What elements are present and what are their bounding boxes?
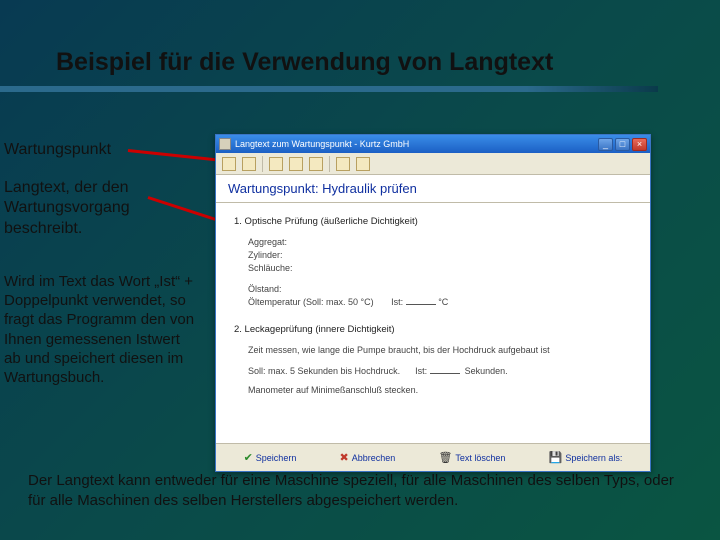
toolbar-icon[interactable]: [356, 157, 370, 171]
langtext-content[interactable]: 1. Optische Prüfung (äußerliche Dichtigk…: [216, 203, 650, 449]
close-icon: ✖: [340, 451, 349, 464]
maximize-button[interactable]: □: [615, 138, 630, 151]
ist-value-blank[interactable]: [406, 296, 436, 305]
label-istnote: Wird im Text das Wort „Ist“ + Doppelpunk…: [4, 272, 199, 387]
slide-title: Beispiel für die Verwendung von Langtext: [56, 48, 553, 77]
delete-text-button[interactable]: 🗑 Text löschen: [433, 448, 510, 467]
toolbar-icon[interactable]: [336, 157, 350, 171]
toolbar-icon[interactable]: [222, 157, 236, 171]
save-label: Speichern: [256, 453, 297, 463]
button-bar: ✔ Speichern ✖ Abbrechen 🗑 Text löschen 💾…: [216, 443, 650, 471]
leck-ist-blank[interactable]: [430, 365, 460, 374]
cancel-label: Abbrechen: [352, 453, 396, 463]
saveas-label: Speichern als:: [565, 453, 622, 463]
toolbar-icon[interactable]: [289, 157, 303, 171]
toolbar-icon[interactable]: [269, 157, 283, 171]
manometer-line: Manometer auf Minimeßanschluß stecken.: [248, 384, 632, 397]
window-toolbar: [216, 153, 650, 175]
ist-label: Ist:: [391, 297, 403, 307]
label-wartungspunkt: Wartungspunkt: [4, 140, 111, 160]
field-oeltemp: Öltemperatur (Soll: max. 50 °C) Ist: °C: [248, 296, 632, 309]
disk-icon: 💾: [549, 451, 563, 464]
ist-unit: °C: [438, 297, 448, 307]
field-zylinder: Zylinder:: [248, 249, 632, 262]
langtext-window: Langtext zum Wartungspunkt - Kurtz GmbH …: [215, 134, 651, 472]
leck-ist-label: Ist:: [415, 366, 427, 376]
window-controls: _ □ ×: [598, 138, 647, 151]
leck-line1: Zeit messen, wie lange die Pumpe braucht…: [248, 344, 632, 357]
window-titlebar[interactable]: Langtext zum Wartungspunkt - Kurtz GmbH …: [216, 135, 650, 153]
minimize-button[interactable]: _: [598, 138, 613, 151]
delete-label: Text löschen: [455, 453, 505, 463]
toolbar-separator: [329, 156, 330, 172]
leck-soll: Soll: max. 5 Sekunden bis Hochdruck.: [248, 366, 400, 376]
cancel-button[interactable]: ✖ Abbrechen: [335, 448, 401, 467]
toolbar-separator: [262, 156, 263, 172]
field-aggregat: Aggregat:: [248, 236, 632, 249]
section2-title: 2. Leckageprüfung (innere Dichtigkeit): [234, 323, 632, 338]
close-button[interactable]: ×: [632, 138, 647, 151]
app-icon: [219, 138, 231, 150]
check-icon: ✔: [244, 451, 253, 464]
oeltemp-label: Öltemperatur (Soll: max. 50 °C): [248, 297, 374, 307]
leck-soll-ist: Soll: max. 5 Sekunden bis Hochdruck. Ist…: [248, 365, 632, 378]
title-underline: [0, 86, 658, 92]
window-title: Langtext zum Wartungspunkt - Kurtz GmbH: [235, 139, 598, 149]
slide-footnote: Der Langtext kann entweder für eine Masc…: [28, 471, 686, 510]
field-schlauche: Schläuche:: [248, 262, 632, 275]
toolbar-icon[interactable]: [242, 157, 256, 171]
save-as-button[interactable]: 💾 Speichern als:: [544, 448, 628, 467]
wartungspunkt-header: Wartungspunkt: Hydraulik prüfen: [216, 175, 650, 203]
section1-title: 1. Optische Prüfung (äußerliche Dichtigk…: [234, 215, 632, 230]
field-oelstand: Ölstand:: [248, 283, 632, 296]
toolbar-icon[interactable]: [309, 157, 323, 171]
leck-ist-unit: Sekunden.: [465, 366, 508, 376]
trash-icon: 🗑: [438, 451, 452, 464]
save-button[interactable]: ✔ Speichern: [239, 448, 302, 467]
